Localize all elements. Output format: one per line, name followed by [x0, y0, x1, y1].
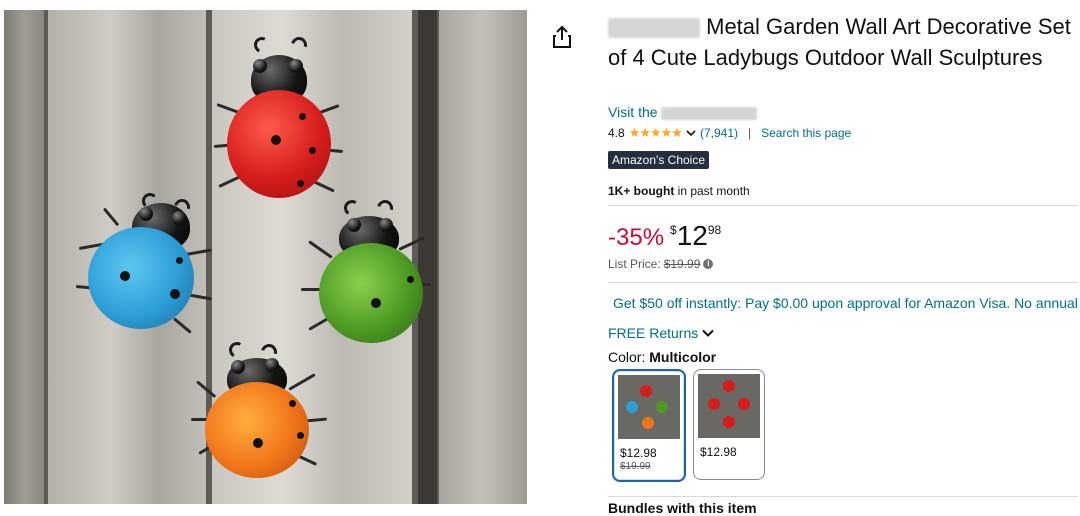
swatch-price: $12.98	[700, 445, 737, 459]
discount-percent: -35%	[608, 224, 665, 251]
list-price: List Price: $19.99 i	[608, 257, 714, 271]
redacted-brand	[608, 18, 700, 39]
bundles-heading: Bundles with this item	[608, 500, 757, 516]
redacted-store-name	[661, 106, 758, 120]
rating-value: 4.8	[608, 126, 625, 140]
visit-store-prefix: Visit the	[608, 104, 658, 120]
chevron-down-icon[interactable]	[686, 129, 696, 137]
divider	[608, 496, 1078, 497]
swatch-thumbnail	[618, 375, 680, 439]
product-main-image[interactable]	[4, 10, 527, 504]
free-returns-link[interactable]: FREE Returns	[608, 325, 714, 341]
swatch-thumbnail	[698, 374, 760, 438]
divider	[608, 282, 1078, 283]
orange-ladybug	[189, 340, 329, 480]
color-selector-label: Color: Multicolor	[608, 349, 716, 365]
rating-count-link[interactable]: (7,941)	[700, 126, 738, 140]
list-price-label: List Price:	[608, 257, 661, 271]
wood-plank	[439, 10, 527, 504]
product-title: Metal Garden Wall Art Decorative Set of …	[608, 11, 1078, 73]
rating-row: 4.8 ★★★★★ (7,941) | Search this page	[608, 125, 851, 141]
free-returns-label: FREE Returns	[608, 325, 699, 341]
price-block: -35% $ 12 98	[608, 222, 721, 254]
search-this-page-link[interactable]: Search this page	[761, 126, 851, 140]
rating-separator: |	[748, 126, 752, 140]
green-ladybug	[299, 188, 434, 343]
price-symbol: $	[670, 223, 677, 237]
bought-count-bold: 1K+ bought	[608, 184, 675, 198]
price-fraction: 98	[707, 223, 722, 237]
color-label: Color:	[608, 349, 646, 365]
share-icon[interactable]	[551, 25, 573, 49]
swatch-price: $12.98	[620, 446, 657, 460]
chevron-down-icon	[702, 329, 714, 337]
wood-plank	[4, 10, 44, 504]
color-swatch-red[interactable]: $12.98	[693, 369, 765, 480]
bought-count: 1K+ bought in past month	[608, 184, 750, 198]
bought-count-rest: in past month	[674, 184, 750, 198]
amazons-choice-badge[interactable]: Amazon's Choice	[608, 151, 709, 169]
star-rating-icon[interactable]: ★★★★★	[629, 125, 683, 141]
credit-card-promo-link[interactable]: Get $50 off instantly: Pay $0.00 upon ap…	[613, 295, 1078, 311]
red-ladybug	[209, 34, 349, 200]
color-swatch-multicolor[interactable]: $12.98 $19.99	[612, 369, 686, 482]
list-price-value: $19.99	[663, 257, 701, 271]
color-value: Multicolor	[649, 349, 717, 365]
divider	[608, 205, 1078, 206]
info-icon[interactable]: i	[703, 259, 714, 269]
blue-ladybug	[74, 185, 214, 334]
price-whole: 12	[676, 220, 708, 251]
visit-store-link[interactable]: Visit the	[608, 104, 758, 120]
swatch-list-price: $19.99	[620, 461, 651, 472]
